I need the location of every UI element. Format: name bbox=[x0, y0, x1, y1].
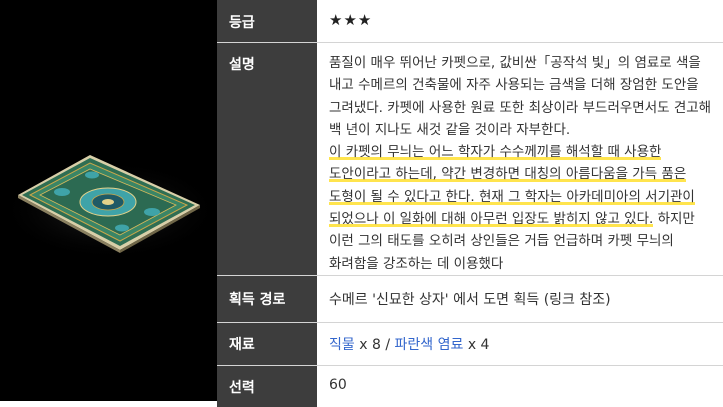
material-link-blue-dye[interactable]: 파란색 염료 bbox=[395, 337, 464, 353]
description-label: 설명 bbox=[229, 57, 255, 73]
rarity-label: 등급 bbox=[229, 15, 255, 31]
item-info-table: 등급 ★★★ 설명 품질이 매우 뛰어난 카펫으로, 값비싼「공작석 빛」의 염… bbox=[217, 0, 723, 407]
favor-value: 60 bbox=[329, 376, 347, 393]
carpet-image bbox=[0, 155, 217, 260]
description-label-cell: 설명 bbox=[217, 42, 317, 276]
favor-label: 선력 bbox=[229, 379, 255, 396]
highlighted-text: 이 카펫의 무늬는 어느 학자가 수수께끼를 해석할 때 사용한 도안이라고 하… bbox=[329, 144, 695, 228]
material-separator: / bbox=[385, 336, 391, 353]
material-link-fabric[interactable]: 직물 bbox=[329, 337, 355, 353]
source-label-cell: 획득 경로 bbox=[217, 275, 317, 323]
source-label: 획득 경로 bbox=[229, 291, 286, 308]
source-value-cell: 수메르 '신묘한 상자' 에서 도면 획득 (링크 참조) bbox=[317, 275, 723, 323]
description-paragraph-2: 이 카펫의 무늬는 어느 학자가 수수께끼를 해석할 때 사용한 도안이라고 하… bbox=[329, 141, 715, 275]
item-image-panel bbox=[0, 0, 217, 401]
materials-value-cell: 직물 x 8 / 파란색 염료 x 4 bbox=[317, 322, 723, 366]
source-row: 획득 경로 수메르 '신묘한 상자' 에서 도면 획득 (링크 참조) bbox=[217, 275, 723, 323]
materials-label: 재료 bbox=[229, 336, 255, 353]
material-qty-blue-dye: x 4 bbox=[467, 336, 490, 353]
rarity-value-cell: ★★★ bbox=[317, 0, 723, 43]
rarity-row: 등급 ★★★ bbox=[217, 0, 723, 43]
material-qty-fabric: x 8 bbox=[359, 336, 381, 353]
description-text: 품질이 매우 뛰어난 카펫으로, 값비싼「공작석 빛」의 염료로 색을 내고 수… bbox=[329, 43, 715, 275]
materials-list: 직물 x 8 / 파란색 염료 x 4 bbox=[329, 323, 715, 354]
description-paragraph: 품질이 매우 뛰어난 카펫으로, 값비싼「공작석 빛」의 염료로 색을 내고 수… bbox=[329, 55, 712, 138]
materials-label-cell: 재료 bbox=[217, 322, 317, 366]
description-value-cell: 품질이 매우 뛰어난 카펫으로, 값비싼「공작석 빛」의 염료로 색을 내고 수… bbox=[317, 42, 723, 276]
rarity-stars: ★★★ bbox=[329, 11, 373, 29]
source-value: 수메르 '신묘한 상자' 에서 도면 획득 (링크 참조) bbox=[329, 291, 611, 308]
materials-row: 재료 직물 x 8 / 파란색 염료 x 4 bbox=[217, 322, 723, 366]
description-row: 설명 품질이 매우 뛰어난 카펫으로, 값비싼「공작석 빛」의 염료로 색을 내… bbox=[217, 42, 723, 276]
rarity-label-cell: 등급 bbox=[217, 0, 317, 43]
